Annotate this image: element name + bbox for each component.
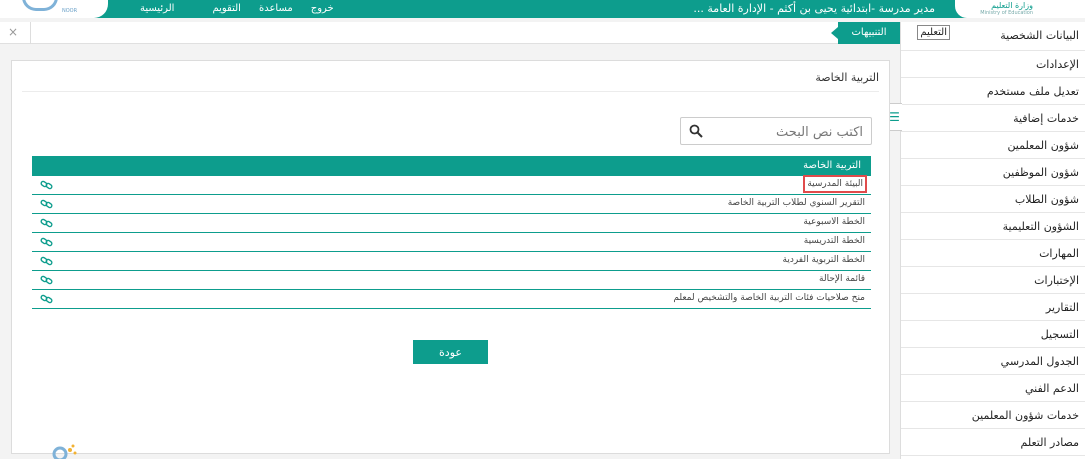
- list-item[interactable]: الخطة التربوية الفردية: [32, 252, 871, 271]
- list-item-label[interactable]: قائمة الإحالة: [819, 274, 865, 284]
- nav-calendar[interactable]: التقويم: [212, 3, 241, 14]
- link-icon[interactable]: [40, 217, 54, 229]
- top-nav: الرئيسية التقويم مساعدة خروج: [140, 3, 334, 14]
- divider: [22, 91, 879, 92]
- sidebar-item-school-schedule[interactable]: الجدول المدرسي: [901, 348, 1085, 375]
- nav-home[interactable]: الرئيسية: [140, 3, 174, 14]
- noor-mascot-icon: [52, 444, 77, 459]
- link-icon[interactable]: [40, 236, 54, 248]
- sidebar-item-learning-resources[interactable]: مصادر التعلم: [901, 429, 1085, 456]
- list-item[interactable]: قائمة الإحالة: [32, 271, 871, 290]
- ministry-name-ar: وزارة التعليم: [991, 1, 1033, 10]
- list-item-label[interactable]: التقرير السنوي لطلاب التربية الخاصة: [728, 198, 865, 208]
- link-icon[interactable]: [40, 274, 54, 286]
- sidebar-item-registration[interactable]: التسجيل: [901, 321, 1085, 348]
- sidebar-item-staff-affairs[interactable]: شؤون الموظفين: [901, 159, 1085, 186]
- notifications-bar: × التنبيهات: [0, 22, 900, 44]
- link-icon[interactable]: [40, 255, 54, 267]
- list-item-label[interactable]: منح صلاحيات فئات التربية الخاصة والتشخيص…: [673, 293, 865, 303]
- notifications-tab[interactable]: التنبيهات: [831, 22, 900, 44]
- back-button[interactable]: عودة: [413, 340, 488, 364]
- list-item[interactable]: التقرير السنوي لطلاب التربية الخاصة: [32, 195, 871, 214]
- search-input[interactable]: [703, 122, 863, 142]
- link-icon[interactable]: [40, 198, 54, 210]
- sidebar-item-educational-affairs[interactable]: الشؤون التعليمية: [901, 213, 1085, 240]
- list-item-label[interactable]: الخطة التدريسية: [804, 236, 865, 246]
- ministry-logo: وزارة التعليم Ministry of Education: [955, 0, 1085, 18]
- sidebar-item-settings[interactable]: الإعدادات: [901, 51, 1085, 78]
- page-title: التربية الخاصة: [815, 71, 879, 84]
- search-icon[interactable]: [689, 124, 703, 138]
- noor-logo-text: NOOR: [62, 8, 78, 14]
- sidebar-item-skills[interactable]: المهارات: [901, 240, 1085, 267]
- table-header: التربية الخاصة: [32, 156, 871, 176]
- list-item-label[interactable]: البيئة المدرسية: [803, 175, 867, 193]
- user-role-title: مدير مدرسة -ابتدائية يحيى بن أكثم - الإد…: [693, 2, 935, 15]
- sidebar-item-tech-support[interactable]: الدعم الفني: [901, 375, 1085, 402]
- sidebar-item-reports[interactable]: التقارير: [901, 294, 1085, 321]
- nav-help[interactable]: مساعدة: [259, 3, 293, 14]
- main-panel: التربية الخاصة التربية الخاصة البيئة الم…: [11, 60, 890, 454]
- noor-logo[interactable]: NOOR: [0, 0, 108, 18]
- top-bar: NOOR الرئيسية التقويم مساعدة خروج مدير م…: [0, 0, 1085, 18]
- link-icon[interactable]: [40, 293, 54, 305]
- noor-logo-icon: [22, 0, 58, 11]
- ministry-name-en: Ministry of Education: [980, 10, 1033, 16]
- sidebar-item-students-affairs[interactable]: شؤون الطلاب: [901, 186, 1085, 213]
- search-box: [680, 117, 872, 145]
- list-item-label[interactable]: الخطة التربوية الفردية: [783, 255, 866, 265]
- divider: [30, 22, 31, 44]
- list-item[interactable]: منح صلاحيات فئات التربية الخاصة والتشخيص…: [32, 290, 871, 309]
- list-item[interactable]: البيئة المدرسية: [32, 175, 871, 195]
- sidebar-item-teacher-services[interactable]: خدمات شؤون المعلمين: [901, 402, 1085, 429]
- sidebar-item-teachers-affairs[interactable]: شؤون المعلمين: [901, 132, 1085, 159]
- sidebar-item-exams[interactable]: الإختبارات: [901, 267, 1085, 294]
- link-icon[interactable]: [40, 179, 54, 191]
- sidebar-item-edit-user[interactable]: تعديل ملف مستخدم: [901, 78, 1085, 105]
- sidebar-menu: البيانات الشخصية الإعدادات تعديل ملف مست…: [900, 22, 1085, 459]
- nav-logout[interactable]: خروج: [311, 3, 334, 14]
- list-item-label[interactable]: الخطة الاسبوعية: [803, 217, 865, 227]
- close-icon[interactable]: ×: [8, 25, 18, 39]
- list-item[interactable]: الخطة الاسبوعية: [32, 214, 871, 233]
- sidebar-tooltip: التعليم: [917, 25, 950, 40]
- list-item[interactable]: الخطة التدريسية: [32, 233, 871, 252]
- special-education-list: البيئة المدرسية التقرير السنوي لطلاب الت…: [32, 175, 871, 309]
- sidebar-item-extra-services[interactable]: خدمات إضافية: [901, 105, 1085, 132]
